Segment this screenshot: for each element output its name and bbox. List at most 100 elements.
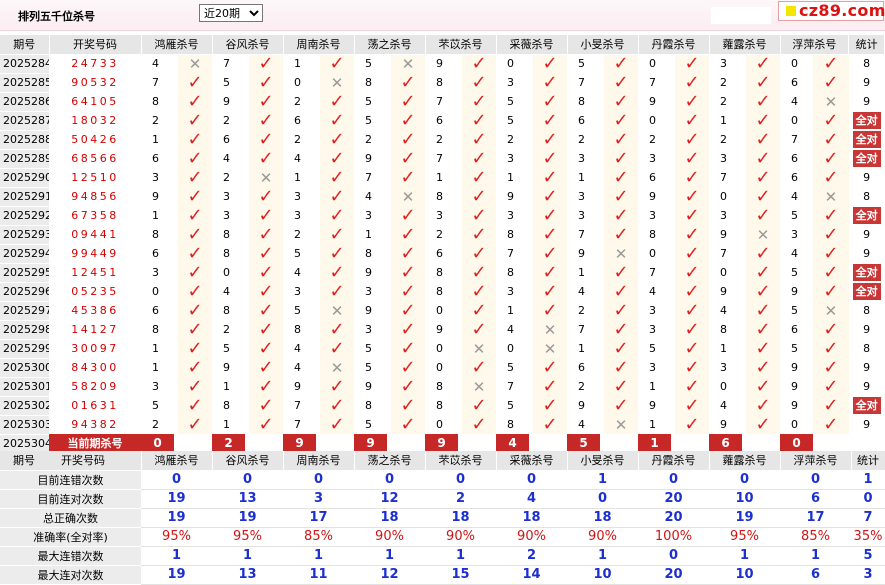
stats-value: 90% [567,527,638,547]
kill-value: 1 [294,57,301,71]
period-select[interactable]: 近20期 [199,4,263,22]
stats-row: 目前连对次数 19 13 3 12 2 4 0 20 10 6 0 [0,489,885,509]
result-cell: ✓ [178,377,212,396]
kill-value: 3 [507,285,514,298]
check-icon: ✓ [329,339,345,358]
result-cell: ✓ [249,282,283,301]
kill-value: 0 [720,190,727,203]
result-cell: ✓ [746,301,780,320]
check-icon: ✓ [471,149,487,168]
stats-value: 1 [567,470,638,490]
kill-value: 3 [152,266,159,279]
kill-value: 8 [436,399,443,412]
check-icon: ✓ [187,149,203,168]
stats-label: 准确率(全对率) [0,527,141,547]
result-cell: ✓ [746,111,780,130]
result-cell: ✓ [391,415,425,434]
result-cell: ✓ [462,149,496,168]
check-icon: ✓ [329,168,345,187]
result-cell: ✓ [391,111,425,130]
kill-value: 5 [507,95,514,108]
row-stat: 9 [849,377,885,396]
result-cell: ✓ [178,244,212,263]
all-correct-badge: 全对 [852,150,881,167]
kill-value: 7 [507,247,514,260]
check-icon: ✓ [542,206,558,225]
result-cell: ✓ [675,149,709,168]
stats-label: 总正确次数 [0,508,141,528]
kill-value: 7 [294,399,301,412]
issue-number: 2025285 [0,73,49,93]
check-icon: ✓ [329,244,345,263]
result-cell: ✓ [604,225,638,244]
result-cell: ✓ [746,187,780,206]
kill-value: 2 [720,133,727,146]
check-icon: ✓ [684,301,700,320]
kill-value: 3 [223,190,230,203]
check-icon: ✓ [613,92,629,111]
check-icon: ✓ [471,111,487,130]
kill-value: 5 [507,399,514,412]
stats-value: 10 [567,565,638,585]
stats-value: 18 [425,508,496,528]
kill-value: 8 [578,95,585,108]
check-icon: ✓ [187,187,203,206]
check-icon: ✓ [187,168,203,187]
kill-value: 4 [507,323,514,336]
logo-square-icon [786,6,796,16]
kill-value: 1 [294,171,301,184]
cross-icon: ✕ [330,301,344,320]
result-cell: ✓ [249,187,283,206]
result-cell: ✓ [320,168,354,187]
check-icon: ✓ [400,415,416,434]
kill-value: 9 [436,57,443,71]
kill-value: 2 [436,133,443,146]
check-icon: ✓ [684,73,700,92]
header-row: 期号 开奖号码 鸿雁杀号 谷风杀号 周南杀号 荡之杀号 芣苡杀号 采薇杀号 小旻杀号 丹霞杀号 蕹露… [0,35,885,55]
check-icon: ✓ [613,320,629,339]
check-icon: ✓ [187,263,203,282]
kill-value: 7 [436,152,443,165]
check-icon: ✓ [187,92,203,111]
result-cell: ✓ [178,187,212,206]
all-correct-badge: 全对 [852,283,881,300]
check-icon: ✓ [471,54,487,73]
result-cell: ✓ [746,358,780,377]
row-stat: 全对 [849,282,885,301]
result-cell: ✓ [249,320,283,339]
column-header: 鸿雁杀号 [141,451,213,471]
check-icon: ✓ [755,282,771,301]
kill-value: 3 [507,209,514,222]
issue-number: 2025292 [0,206,49,226]
check-icon: ✓ [613,206,629,225]
kill-value: 1 [223,380,230,393]
stat-count: 9 [863,380,871,393]
column-header: 鸿雁杀号 [141,35,213,55]
stats-value: 10 [709,565,780,585]
column-header: 周南杀号 [283,35,355,55]
kill-value: 0 [436,418,443,431]
result-cell: ✓ [462,282,496,301]
issue-number: 2025289 [0,149,49,169]
issue-number: 2025286 [0,92,49,112]
result-cell: ✓ [320,225,354,244]
check-icon: ✓ [258,206,274,225]
kill-value: 5 [223,76,230,89]
result-cell: ✓ [178,320,212,339]
row-stat: 全对 [849,111,885,130]
result-cell: ✓ [462,168,496,187]
stats-value: 15 [425,565,496,585]
row-stat: 9 [849,92,885,111]
kill-value: 1 [720,114,727,127]
kill-value: 3 [507,76,514,89]
check-icon: ✓ [823,225,839,244]
kill-value: 4 [720,399,727,412]
kill-value: 2 [720,95,727,108]
kill-value: 7 [294,418,301,431]
site-logo[interactable]: cz89.com [778,1,885,21]
check-icon: ✓ [187,73,203,92]
kill-value: 5 [365,418,372,431]
kill-value: 4 [578,285,585,298]
stats-value: 1 [212,546,283,566]
result-cell: ✓ [391,263,425,282]
